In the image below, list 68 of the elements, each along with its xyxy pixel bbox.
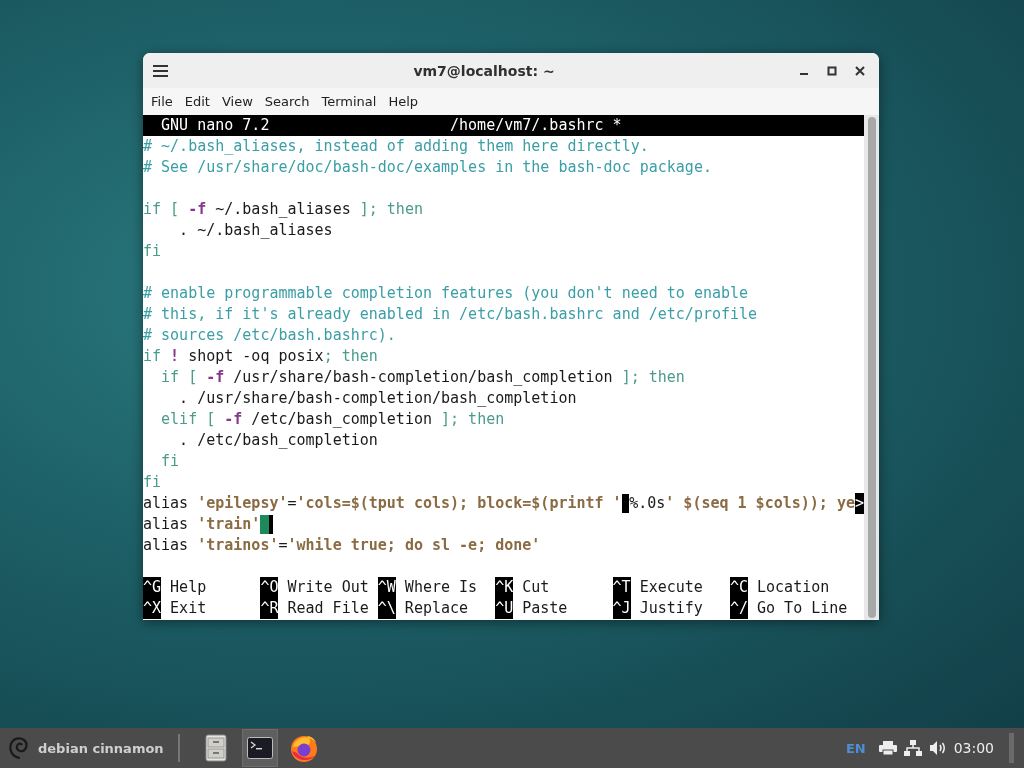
code-line: . /etc/bash_completion <box>178 430 378 451</box>
shortcut-label: Exit <box>170 598 207 619</box>
code-line: alias 'trainos'='while true; do sl -e; done' <box>143 535 541 556</box>
shortcut-label: Paste <box>522 598 568 619</box>
terminal-icon <box>246 737 273 759</box>
code-line: fi <box>143 472 162 493</box>
shortcut-label: Cut <box>522 577 550 598</box>
shortcut-label: Location <box>757 577 830 598</box>
shortcut-label: Write Out <box>287 577 369 598</box>
shortcut-label: Read File <box>287 598 369 619</box>
shortcut-label: Go To Line <box>757 598 848 619</box>
code-line: # ~/.bash_aliases, instead of adding them here directly. <box>143 136 649 157</box>
code-line: if [ -f ~/.bash_aliases ]; then <box>143 199 423 220</box>
code-line: # sources /etc/bash.bashrc). <box>143 325 396 346</box>
browser-icon <box>288 733 319 763</box>
menu-item[interactable]: Terminal <box>315 94 383 109</box>
shortcut-key[interactable]: ^/ <box>729 598 748 619</box>
shortcut-key[interactable]: ^G <box>143 577 162 598</box>
shortcut-key[interactable]: ^T <box>612 577 631 598</box>
code-line: # See /usr/share/doc/bash-doc/examples in the bash-doc package. <box>143 157 712 178</box>
text-cursor <box>260 515 274 534</box>
launcher-button[interactable] <box>241 729 278 767</box>
menu-item[interactable]: Edit <box>178 94 216 109</box>
code-line: elif [ -f /etc/bash_completion ]; then <box>160 409 505 430</box>
shortcut-key[interactable]: ^\ <box>377 598 396 619</box>
shortcut-key[interactable]: ^K <box>495 577 514 598</box>
scrollbar[interactable] <box>864 115 879 620</box>
shortcut-key[interactable]: ^C <box>729 577 748 598</box>
maximize-icon[interactable] <box>827 65 837 76</box>
code-line: alias 'train' <box>143 514 261 535</box>
shortcut-key[interactable]: ^O <box>260 577 279 598</box>
code-line: if ! shopt -oq posix; then <box>143 346 378 367</box>
network-icon[interactable] <box>903 740 922 756</box>
shortcut-label: Help <box>170 577 207 598</box>
menu-item[interactable]: View <box>215 94 259 109</box>
panel-handle[interactable] <box>1009 733 1014 763</box>
code-line: # this, if it's already enabled in /etc/bash.bashrc and /etc/profile <box>143 304 758 325</box>
file-cabinet-icon <box>204 734 227 762</box>
highlight-block <box>621 494 630 513</box>
volume-icon[interactable] <box>928 740 947 756</box>
app-version: GNU nano 7.2 <box>161 115 271 136</box>
shortcut-label: Where Is <box>404 577 478 598</box>
shortcut-key[interactable]: ^W <box>377 577 396 598</box>
shortcut-key[interactable]: ^X <box>143 598 162 619</box>
shortcut-key[interactable]: ^U <box>495 598 514 619</box>
menu-item[interactable]: Help <box>382 94 425 109</box>
menu-icon[interactable] <box>153 63 169 78</box>
menu-item[interactable]: Search <box>258 94 316 109</box>
menu-item[interactable]: File <box>145 94 179 109</box>
code-line: . /usr/share/bash-completion/bash_completion <box>178 388 577 409</box>
menu-label[interactable]: debian cinnamon <box>38 740 164 756</box>
printer-icon[interactable] <box>878 741 897 755</box>
shortcut-label: Justify <box>639 598 703 619</box>
shortcut-label: Execute <box>639 577 703 598</box>
shortcut-label: Replace <box>404 598 469 619</box>
code-line: . ~/.bash_aliases <box>178 220 333 241</box>
window-title: vm7@localhost: ~ <box>412 62 556 79</box>
file-name: /home/vm7/.bashrc * <box>450 115 622 136</box>
shortcut-key[interactable]: ^J <box>612 598 631 619</box>
code-line: fi <box>143 241 162 262</box>
code-line: # enable programmable completion features (you don't need to enable <box>143 283 749 304</box>
close-icon[interactable] <box>855 65 865 76</box>
code-line: alias 'epilepsy'='cols=$(tput cols); block=$(printf ' <box>143 493 622 514</box>
clock[interactable]: 03:00 <box>953 740 994 756</box>
code-line: if [ -f /usr/share/bash-completion/bash_completion ]; then <box>160 367 685 388</box>
code-line: %.0s' $(seq 1 $cols)); ye <box>629 493 855 514</box>
code-line: fi <box>160 451 180 472</box>
shortcut-key[interactable]: ^R <box>260 598 279 619</box>
